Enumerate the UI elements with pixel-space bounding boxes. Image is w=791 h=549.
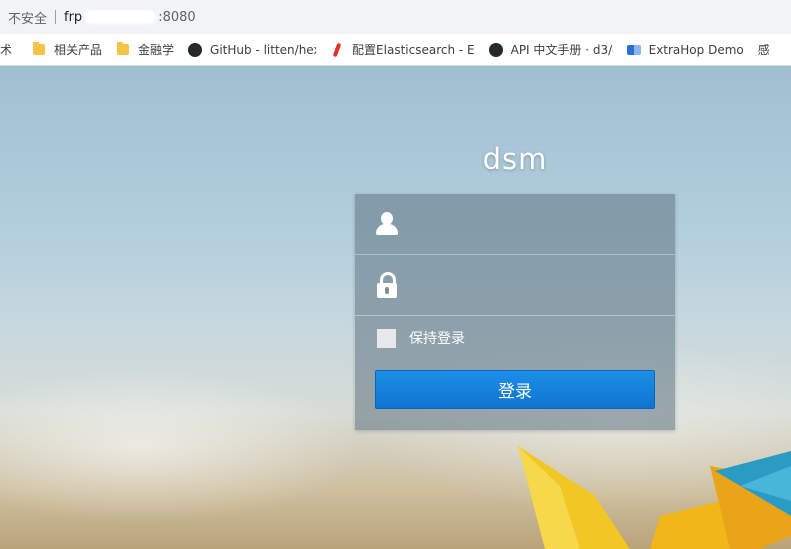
folder-icon [116,42,130,57]
bookmarks-bar: 术 相关产品 金融学 GitHub - litten/hexo 配置Elasti… [0,34,791,66]
login-button[interactable]: 登录 [375,370,655,409]
bookmark-related-products[interactable]: 相关产品 [32,41,102,58]
bookmark-cut-left[interactable]: 术 [0,41,12,58]
bookmark-finance[interactable]: 金融学 [116,41,174,58]
remember-me-label[interactable]: 保持登录 [409,328,465,348]
bookmark-d3-api[interactable]: API 中文手册 · d3/d3 [488,41,613,58]
login-form: 保持登录 登录 [355,194,675,430]
folder-icon [32,42,46,57]
paper-boats-illustration [518,446,791,549]
address-bar[interactable]: 不安全 frp :8080 [0,0,791,34]
password-row [355,255,675,316]
not-secure-label[interactable]: 不安全 [8,8,47,27]
bookmark-github-hexo[interactable]: GitHub - litten/hexo [188,42,316,57]
url-port[interactable]: :8080 [158,10,195,25]
bookmark-extrahop[interactable]: ExtraHop Demo [626,43,744,57]
extrahop-icon [626,43,641,57]
bookmark-elasticsearch[interactable]: 配置Elasticsearch - E [330,41,475,58]
username-input[interactable] [411,203,665,245]
bookmark-cut-right[interactable]: 感 [758,41,770,58]
password-input[interactable] [411,264,665,306]
login-page: dsm 保持登录 登录 [0,66,791,549]
username-row [355,194,675,255]
github-icon [188,42,203,57]
address-divider [55,10,57,24]
remember-me-checkbox[interactable] [377,328,396,348]
red-slash-icon [330,42,344,57]
lock-icon [375,271,399,299]
url-host[interactable]: frp [64,10,82,25]
remember-me-row: 保持登录 [355,316,675,360]
user-icon [375,210,399,238]
redacted-url [84,10,157,24]
app-title: dsm [482,142,548,176]
github-icon [488,42,503,57]
